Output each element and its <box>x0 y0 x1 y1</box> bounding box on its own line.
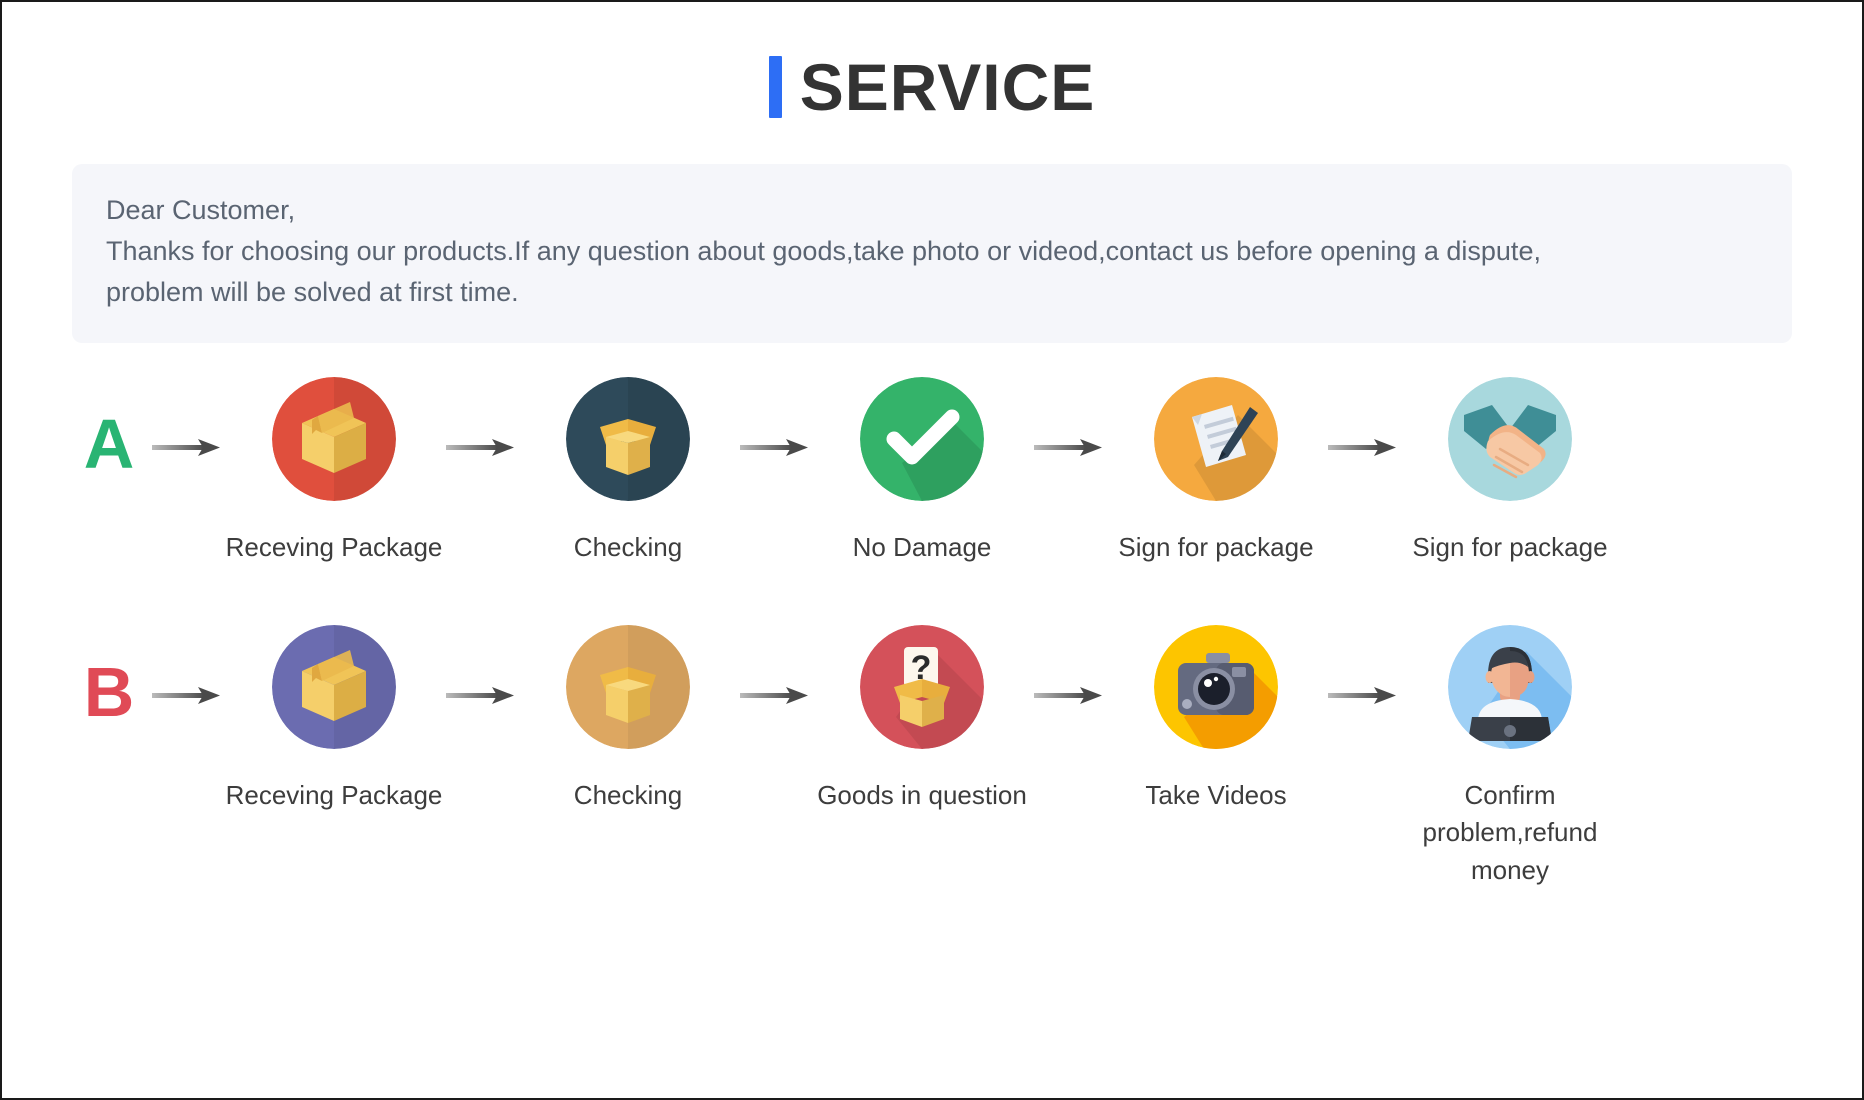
arrow-right-icon <box>1026 377 1112 461</box>
row-label-b: B <box>83 652 135 731</box>
flow-step: Checking <box>524 377 732 567</box>
flow-step-label: Take Videos <box>1145 779 1287 810</box>
package-box-icon <box>272 377 396 502</box>
page-title: SERVICE <box>2 42 1862 132</box>
flow-step-label: Checking <box>573 779 683 810</box>
question-box-icon: ? <box>860 624 984 749</box>
flow-step: Checking <box>524 624 732 815</box>
arrow-right-icon <box>438 377 524 461</box>
open-box-icon <box>566 377 690 502</box>
arrow-right-icon <box>438 625 524 709</box>
flow-step: Confirm problem,refund money <box>1406 624 1614 890</box>
flow-step-label: Checking <box>573 532 683 563</box>
flow-step: ? Goods in question <box>817 624 1027 815</box>
flow-step-label: Goods in question <box>817 779 1027 810</box>
camera-icon <box>1154 624 1278 749</box>
arrow-right-icon <box>1320 377 1406 461</box>
notice-line-2: Thanks for choosing our products.If any … <box>106 236 1541 267</box>
notice-line-3: problem will be solved at first time. <box>106 277 519 308</box>
flow-step: Receving Package <box>226 377 442 567</box>
flow-step: Receving Package <box>226 624 442 815</box>
row-label-a: A <box>83 405 135 484</box>
flow-step-label: No Damage <box>852 532 992 563</box>
flow-step-label: Confirm problem,refund money <box>1422 779 1598 886</box>
flow-step-label: Receving Package <box>225 779 443 810</box>
title-text: SERVICE <box>799 50 1096 124</box>
flow-step: Sign for package <box>1112 377 1320 567</box>
notice-line-1: Dear Customer, <box>106 195 296 225</box>
flow-step: Take Videos <box>1112 624 1320 815</box>
title-accent-bar <box>768 56 782 118</box>
arrow-right-icon <box>144 625 230 709</box>
arrow-right-icon <box>732 625 818 709</box>
arrow-right-icon <box>1026 625 1112 709</box>
arrow-right-icon <box>732 377 818 461</box>
flow-step: No Damage <box>818 377 1026 567</box>
flow-row-b: B Receving Package Checking ? Goods in q… <box>2 624 1862 890</box>
customer-notice-box: Dear Customer, Thanks for choosing our p… <box>72 164 1792 344</box>
arrow-right-icon <box>1320 625 1406 709</box>
open-box-icon <box>566 624 690 749</box>
flow-step: Sign for package <box>1406 377 1614 567</box>
sign-document-icon <box>1154 377 1278 502</box>
checkmark-icon <box>860 377 984 502</box>
flow-step-label: Receving Package <box>225 532 443 563</box>
handshake-icon <box>1448 377 1572 502</box>
flow-step-label: Sign for package <box>1412 532 1608 563</box>
flow-row-a: A Receving Package Checking No Damage Si… <box>2 377 1862 567</box>
flow-step-label: Sign for package <box>1118 532 1314 563</box>
arrow-right-icon <box>144 377 230 461</box>
service-infographic-page: SERVICE Dear Customer, Thanks for choosi… <box>0 0 1864 1100</box>
package-box-icon <box>272 624 396 749</box>
support-agent-icon <box>1448 624 1572 749</box>
